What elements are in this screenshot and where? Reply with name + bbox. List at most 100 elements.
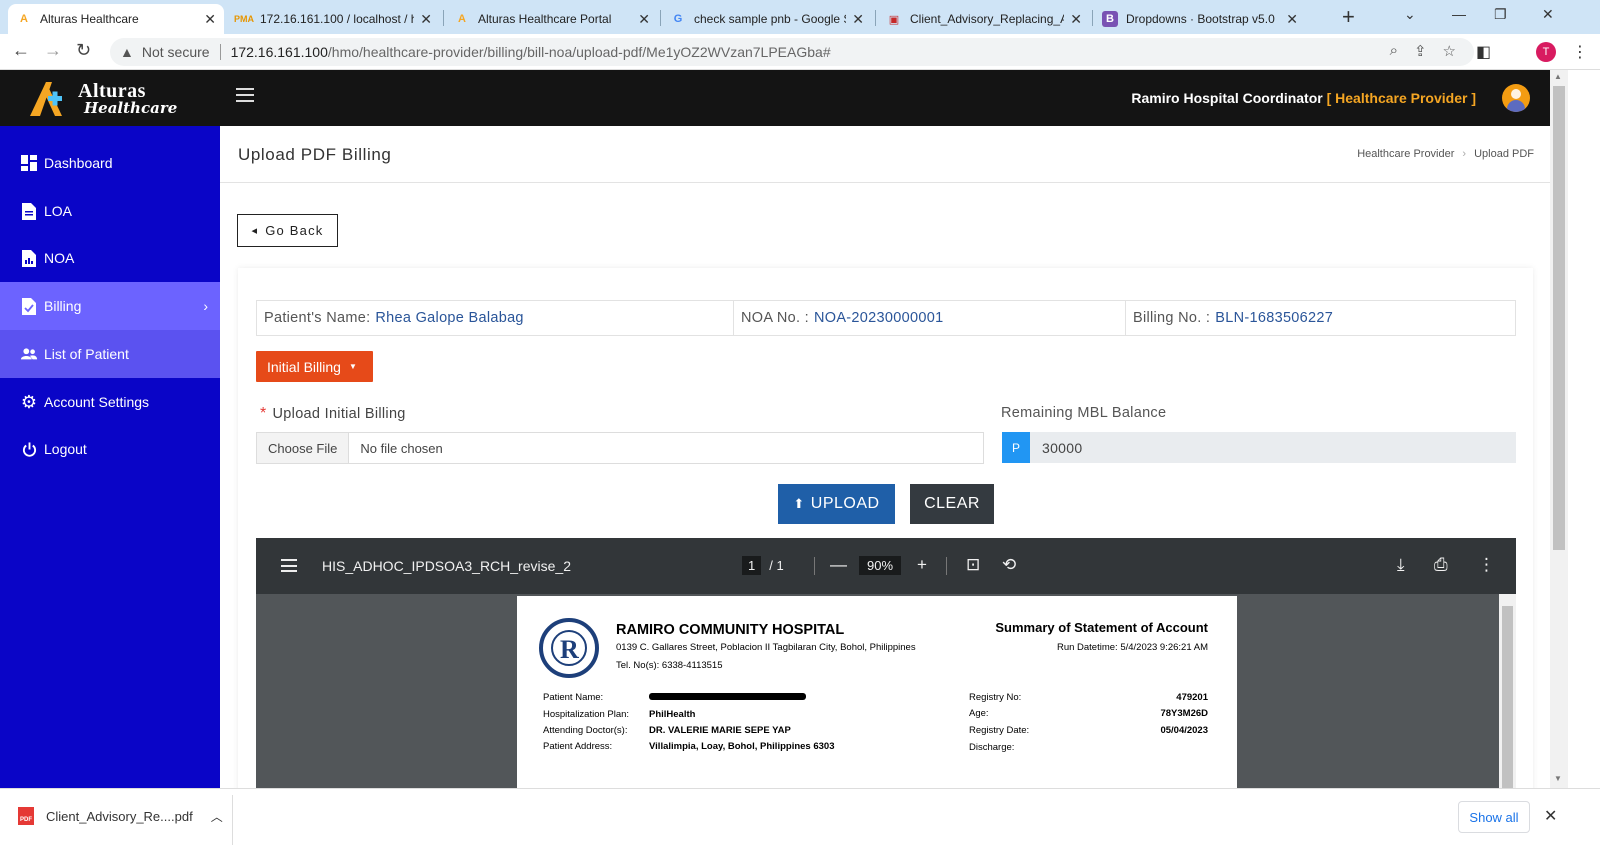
- sidebar-toggle-icon[interactable]: [236, 88, 254, 102]
- dashboard-icon: [20, 154, 38, 172]
- choose-file-button[interactable]: Choose File: [257, 433, 350, 463]
- document-favicon-icon: ▣: [888, 13, 900, 26]
- scroll-down-arrow-icon[interactable]: ▼: [1554, 774, 1562, 783]
- page-scrollbar-thumb[interactable]: [1553, 86, 1565, 550]
- profile-avatar[interactable]: T: [1536, 42, 1556, 62]
- billing-number-value: BLN-1683506227: [1215, 310, 1334, 326]
- billing-card: Patient's Name: Rhea Galope Balabag NOA …: [238, 268, 1533, 788]
- bookmark-star-icon[interactable]: ☆: [1443, 42, 1456, 60]
- pdf-outline-menu-icon[interactable]: [281, 559, 297, 572]
- pdf-page-input[interactable]: 1: [742, 556, 762, 575]
- forward-arrow-icon[interactable]: →: [44, 40, 62, 61]
- security-label[interactable]: Not secure: [142, 44, 210, 60]
- users-icon: [20, 345, 38, 363]
- clear-button[interactable]: CLEAR: [910, 484, 994, 524]
- sidebar-item-label: NOA: [44, 250, 75, 266]
- sidebar-item-noa[interactable]: NOA: [0, 234, 220, 282]
- download-icon[interactable]: ⤓: [1397, 555, 1405, 575]
- side-panel-icon[interactable]: ◧: [1476, 42, 1491, 62]
- chevron-up-icon[interactable]: ︿: [211, 808, 223, 825]
- balance-value: 30000: [1042, 439, 1083, 456]
- browser-menu-icon[interactable]: ⋮: [1572, 42, 1588, 62]
- pdf-file-input[interactable]: Choose File No file chosen: [256, 432, 984, 464]
- browser-tab-client-advisory[interactable]: ▣ Client_Advisory_Replacing_AE ✕: [878, 4, 1090, 34]
- current-user[interactable]: Ramiro Hospital Coordinator [ Healthcare…: [1131, 90, 1476, 106]
- download-item[interactable]: PDF Client_Advisory_Re....pdf ︿: [18, 807, 223, 825]
- sidebar-item-loa[interactable]: LOA: [0, 187, 220, 235]
- close-tab-icon[interactable]: ✕: [1286, 11, 1298, 28]
- document-icon: [20, 202, 38, 220]
- age-value: 78Y3M26D: [1160, 708, 1208, 719]
- page-scrollbar[interactable]: ▲ ▼: [1550, 70, 1568, 788]
- sidebar-item-logout[interactable]: Logout: [0, 425, 220, 473]
- registry-date-value: 05/04/2023: [1160, 725, 1208, 736]
- doctor-field-label: Attending Doctor(s):: [543, 725, 628, 736]
- pdf-zoom-input[interactable]: 90%: [859, 556, 902, 575]
- scroll-up-arrow-icon[interactable]: ▲: [1554, 72, 1562, 81]
- statement-title: Summary of Statement of Account: [995, 620, 1208, 635]
- close-download-bar-icon[interactable]: ✕: [1544, 806, 1557, 826]
- close-tab-icon[interactable]: ✕: [420, 11, 432, 28]
- share-icon[interactable]: ⇪: [1414, 42, 1427, 60]
- pdf-scrollbar-thumb[interactable]: [1502, 606, 1513, 788]
- browser-tab-google-search[interactable]: G check sample pnb - Google S ✕: [662, 4, 872, 34]
- print-icon[interactable]: ⎙: [1434, 555, 1448, 575]
- sidebar-item-label: LOA: [44, 203, 73, 219]
- chevron-right-icon: ›: [203, 298, 208, 314]
- minimize-icon[interactable]: —: [1452, 6, 1466, 22]
- go-back-button[interactable]: ◂ Go Back: [237, 214, 338, 247]
- close-tab-icon[interactable]: ✕: [1070, 11, 1082, 28]
- zoom-in-icon[interactable]: +: [917, 555, 927, 575]
- hospital-logo-icon: R: [539, 618, 599, 678]
- pdf-more-options-icon[interactable]: ⋮: [1478, 555, 1495, 575]
- reload-icon[interactable]: ↻: [76, 40, 91, 61]
- show-all-downloads-button[interactable]: Show all: [1458, 801, 1530, 833]
- user-name: Ramiro Hospital Coordinator: [1131, 90, 1323, 106]
- user-avatar[interactable]: [1502, 84, 1530, 112]
- billing-type-dropdown[interactable]: Initial Billing ▼: [256, 351, 373, 382]
- sidebar-item-list-of-patient[interactable]: List of Patient: [0, 330, 220, 378]
- breadcrumb-item-healthcare-provider[interactable]: Healthcare Provider: [1357, 148, 1454, 160]
- zoom-icon[interactable]: ⌕: [1390, 42, 1398, 60]
- rotate-icon[interactable]: ⟲: [1002, 555, 1016, 575]
- close-tab-icon[interactable]: ✕: [204, 11, 216, 28]
- alturas-favicon-icon: A: [458, 13, 466, 25]
- patient-name-cell: Patient's Name: Rhea Galope Balabag: [257, 301, 734, 335]
- tab-title: Alturas Healthcare Portal: [478, 12, 612, 26]
- restore-window-icon[interactable]: ❐: [1494, 6, 1507, 23]
- alturas-logo-mark-icon: [28, 78, 74, 118]
- patient-name-label: Patient's Name:: [264, 310, 371, 326]
- discharge-label: Discharge:: [969, 742, 1015, 753]
- browser-tab-alturas-healthcare[interactable]: A Alturas Healthcare ✕: [8, 4, 224, 34]
- close-window-icon[interactable]: ✕: [1542, 6, 1554, 23]
- caret-down-icon: ▼: [348, 362, 357, 371]
- browser-tab-bootstrap-dropdowns[interactable]: B Dropdowns · Bootstrap v5.0 ✕: [1094, 4, 1306, 34]
- browser-tab-phpmyadmin[interactable]: PMA 172.16.161.100 / localhost / h ✕: [228, 4, 440, 34]
- browser-tab-alturas-portal[interactable]: A Alturas Healthcare Portal ✕: [446, 4, 658, 34]
- plan-field-label: Hospitalization Plan:: [543, 709, 630, 720]
- new-tab-icon[interactable]: +: [1342, 4, 1355, 30]
- address-bar[interactable]: ▲ Not secure 172.16.161.100/hmo/healthca…: [110, 38, 1474, 66]
- sidebar-item-billing[interactable]: Billing ›: [0, 282, 220, 330]
- upload-button[interactable]: ⬆ UPLOAD: [778, 484, 895, 524]
- browser-toolbar: ← → ↻ ▲ Not secure 172.16.161.100/hmo/he…: [0, 34, 1600, 70]
- tab-title: Dropdowns · Bootstrap v5.0: [1126, 12, 1275, 26]
- user-role: [ Healthcare Provider ]: [1326, 90, 1476, 106]
- warning-triangle-icon[interactable]: ▲: [120, 44, 134, 60]
- doctor-field-value: DR. VALERIE MARIE SEPE YAP: [649, 725, 791, 736]
- tab-search-chevron-icon[interactable]: ⌄: [1404, 6, 1416, 23]
- tab-title: Alturas Healthcare: [40, 12, 139, 26]
- pdf-scrollbar[interactable]: [1499, 594, 1516, 788]
- zoom-out-icon[interactable]: —: [830, 555, 847, 575]
- page-title: Upload PDF Billing: [238, 145, 392, 164]
- alturas-logo[interactable]: Alturas Healthcare: [28, 78, 177, 118]
- fit-to-page-icon[interactable]: ⊡: [966, 555, 980, 575]
- sidebar-item-dashboard[interactable]: Dashboard: [0, 139, 220, 187]
- google-favicon-icon: G: [673, 13, 683, 25]
- balance-label: Remaining MBL Balance: [1001, 405, 1167, 421]
- back-arrow-icon[interactable]: ←: [12, 40, 30, 61]
- close-tab-icon[interactable]: ✕: [852, 11, 864, 28]
- close-tab-icon[interactable]: ✕: [638, 11, 650, 28]
- sidebar-item-account-settings[interactable]: ⚙ Account Settings: [0, 378, 220, 426]
- remaining-balance-field: P 30000: [1002, 432, 1516, 463]
